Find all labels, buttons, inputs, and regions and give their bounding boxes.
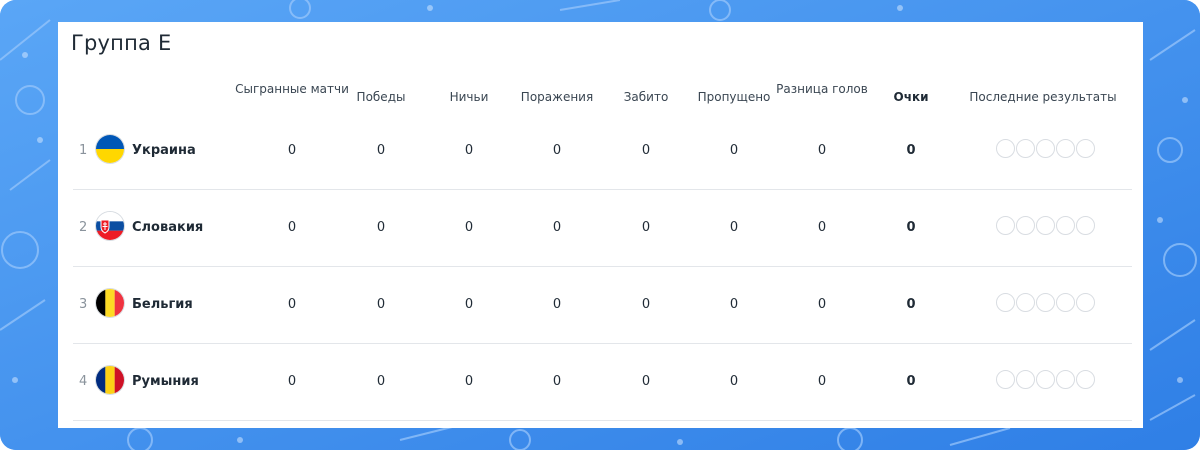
cell-draws: 0 xyxy=(464,374,474,389)
header-points: Очки xyxy=(893,90,929,104)
cell-conceded: 0 xyxy=(729,143,739,158)
last-results xyxy=(996,216,1096,236)
cell-losses: 0 xyxy=(552,143,562,158)
result-empty-icon xyxy=(1076,370,1095,389)
table-row[interactable]: 1 Украина 0 0 0 0 0 0 0 0 xyxy=(73,112,1132,190)
result-empty-icon xyxy=(1056,216,1075,235)
cell-goal-diff: 0 xyxy=(817,374,827,389)
cell-played: 0 xyxy=(287,297,297,312)
result-empty-icon xyxy=(1016,293,1035,312)
cell-points: 0 xyxy=(906,220,916,235)
last-results xyxy=(996,139,1096,159)
team-rank: 1 xyxy=(79,143,88,158)
cell-scored: 0 xyxy=(641,220,651,235)
header-last-results: Последние результаты xyxy=(969,90,1117,104)
cell-conceded: 0 xyxy=(729,220,739,235)
cell-goal-diff: 0 xyxy=(817,297,827,312)
team-rank: 4 xyxy=(79,374,88,389)
cell-draws: 0 xyxy=(464,220,474,235)
standings-card: Группа E Сыгранные матчи Победы Ничьи По… xyxy=(58,22,1143,428)
result-empty-icon xyxy=(1016,216,1035,235)
header-draws: Ничьи xyxy=(449,90,489,104)
standings-widget: Группа E Сыгранные матчи Победы Ничьи По… xyxy=(0,0,1200,450)
flag-belgium-icon xyxy=(96,289,124,317)
table-row[interactable]: 2 Словакия 0 0 0 0 0 0 0 0 xyxy=(73,189,1132,267)
cell-wins: 0 xyxy=(376,220,386,235)
team-rank: 2 xyxy=(79,220,88,235)
flag-romania-icon xyxy=(96,366,124,394)
result-empty-icon xyxy=(1036,139,1055,158)
cell-losses: 0 xyxy=(552,220,562,235)
cell-wins: 0 xyxy=(376,143,386,158)
group-title: Группа E xyxy=(71,31,172,55)
result-empty-icon xyxy=(1076,216,1095,235)
result-empty-icon xyxy=(1016,139,1035,158)
result-empty-icon xyxy=(1056,139,1075,158)
cell-scored: 0 xyxy=(641,374,651,389)
result-empty-icon xyxy=(1036,293,1055,312)
flag-slovakia-icon xyxy=(96,212,124,240)
cell-points: 0 xyxy=(906,143,916,158)
result-empty-icon xyxy=(996,293,1015,312)
header-played: Сыгранные матчи xyxy=(235,82,349,96)
team-name[interactable]: Украина xyxy=(132,112,196,189)
cell-conceded: 0 xyxy=(729,297,739,312)
last-results xyxy=(996,293,1096,313)
result-empty-icon xyxy=(1036,216,1055,235)
cell-losses: 0 xyxy=(552,297,562,312)
header-scored: Забито xyxy=(623,90,669,104)
result-empty-icon xyxy=(996,139,1015,158)
cell-losses: 0 xyxy=(552,374,562,389)
flag-ukraine-icon xyxy=(96,135,124,163)
header-wins: Победы xyxy=(356,90,406,104)
cell-wins: 0 xyxy=(376,297,386,312)
last-results xyxy=(996,370,1096,390)
cell-played: 0 xyxy=(287,220,297,235)
cell-draws: 0 xyxy=(464,297,474,312)
result-empty-icon xyxy=(996,370,1015,389)
cell-goal-diff: 0 xyxy=(817,143,827,158)
cell-played: 0 xyxy=(287,374,297,389)
cell-draws: 0 xyxy=(464,143,474,158)
cell-scored: 0 xyxy=(641,297,651,312)
result-empty-icon xyxy=(1036,370,1055,389)
cell-played: 0 xyxy=(287,143,297,158)
result-empty-icon xyxy=(1076,139,1095,158)
result-empty-icon xyxy=(1076,293,1095,312)
cell-points: 0 xyxy=(906,297,916,312)
team-name[interactable]: Бельгия xyxy=(132,266,193,343)
header-conceded: Пропущено xyxy=(697,90,771,104)
team-name[interactable]: Румыния xyxy=(132,343,199,420)
result-empty-icon xyxy=(1056,293,1075,312)
cell-points: 0 xyxy=(906,374,916,389)
cell-goal-diff: 0 xyxy=(817,220,827,235)
team-name[interactable]: Словакия xyxy=(132,189,203,266)
team-rank: 3 xyxy=(79,297,88,312)
cell-conceded: 0 xyxy=(729,374,739,389)
cell-scored: 0 xyxy=(641,143,651,158)
result-empty-icon xyxy=(1056,370,1075,389)
header-losses: Поражения xyxy=(520,90,594,104)
result-empty-icon xyxy=(1016,370,1035,389)
header-goal-diff: Разница голов xyxy=(776,82,868,96)
result-empty-icon xyxy=(996,216,1015,235)
table-row[interactable]: 4 Румыния 0 0 0 0 0 0 0 0 xyxy=(73,343,1132,421)
cell-wins: 0 xyxy=(376,374,386,389)
table-row[interactable]: 3 Бельгия 0 0 0 0 0 0 0 0 xyxy=(73,266,1132,344)
